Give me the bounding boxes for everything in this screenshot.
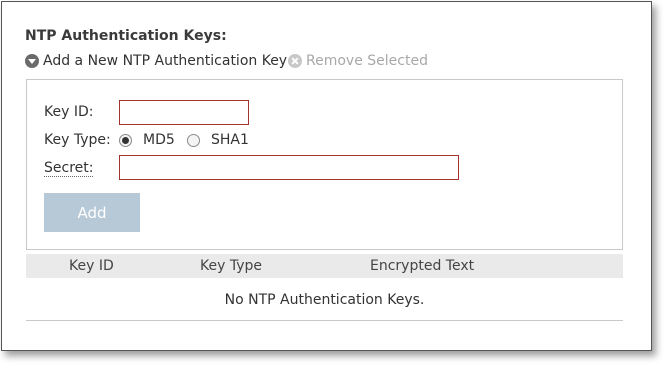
add-key-form: Key ID: Key Type: MD5 SHA1 Secret: Add [26, 79, 623, 250]
add-key-label: Add a New NTP Authentication Key [43, 53, 288, 69]
empty-table-message: No NTP Authentication Keys. [224, 292, 425, 308]
key-type-label: Key Type: [44, 132, 111, 148]
chevron-down-icon [25, 54, 39, 68]
ntp-auth-keys-panel: NTP Authentication Keys: Add a New NTP A… [1, 1, 652, 351]
key-type-sha1-option[interactable]: SHA1 [187, 132, 249, 148]
secret-input[interactable] [119, 155, 459, 180]
add-button[interactable]: Add [44, 193, 140, 232]
key-id-label: Key ID: [44, 104, 94, 120]
key-type-sha1-label: SHA1 [211, 132, 249, 148]
key-type-sha1-radio[interactable] [187, 133, 200, 147]
add-key-link[interactable]: Add a New NTP Authentication Key [25, 53, 287, 69]
section-title: NTP Authentication Keys: [25, 28, 227, 44]
key-id-input[interactable] [119, 100, 249, 125]
remove-selected-link[interactable]: Remove Selected [288, 53, 428, 69]
table-bottom-divider [26, 320, 623, 321]
key-type-md5-option[interactable]: MD5 [119, 132, 175, 148]
remove-selected-label: Remove Selected [306, 53, 428, 69]
close-icon [288, 54, 302, 68]
keys-table-header: Key ID Key Type Encrypted Text [26, 254, 623, 278]
key-type-md5-radio[interactable] [119, 133, 132, 147]
column-header-key-type[interactable]: Key Type [200, 258, 262, 274]
key-type-md5-label: MD5 [143, 132, 175, 148]
column-header-key-id[interactable]: Key ID [69, 258, 114, 274]
secret-label: Secret: [44, 160, 94, 177]
column-header-encrypted-text[interactable]: Encrypted Text [370, 258, 474, 274]
